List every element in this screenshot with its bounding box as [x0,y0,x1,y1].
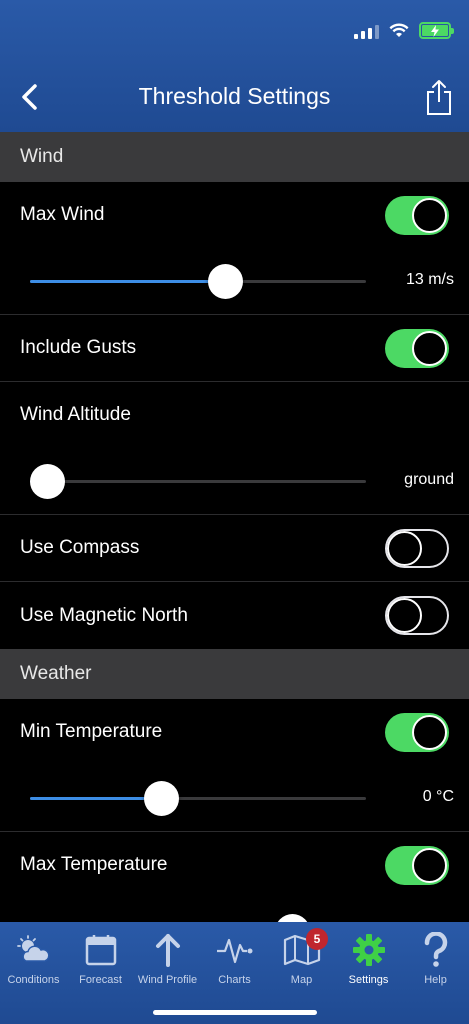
use-compass-label: Use Compass [20,537,140,558]
min-temperature-value: 0 °C [422,788,454,805]
wind-altitude-slider[interactable] [29,464,366,499]
tab-forecast[interactable]: Forecast [67,930,134,986]
wind-altitude-slider-row: ground [0,448,469,515]
settings-list[interactable]: Wind Max Wind 13 m/s Include Gusts Wind … [0,132,469,922]
toggle-knob [412,847,447,883]
max-temperature-row: Max Temperature [0,832,469,898]
cellular-signal-icon [354,23,379,39]
page-title: Threshold Settings [138,83,331,109]
tab-label: Forecast [79,974,122,986]
map-badge: 5 [306,928,328,950]
slider-thumb[interactable] [29,464,65,499]
wind-altitude-value: ground [404,471,454,488]
pulse-chart-icon [215,930,255,970]
tab-map[interactable]: 5 Map [268,928,335,986]
tab-label: Help [424,974,447,986]
min-temperature-label: Min Temperature [20,721,163,742]
partly-cloudy-icon [14,930,54,970]
slider-fill [30,797,162,800]
max-temperature-label: Max Temperature [20,854,168,875]
section-header-weather: Weather [0,649,469,699]
toggle-knob [412,330,447,366]
max-wind-slider[interactable] [30,264,366,299]
include-gusts-row: Include Gusts [0,315,469,382]
share-icon [427,80,451,115]
question-icon [416,930,456,970]
include-gusts-toggle[interactable] [385,328,449,368]
min-temperature-slider-row: 0 °C [0,765,469,832]
use-magnetic-north-label: Use Magnetic North [20,604,188,626]
use-magnetic-north-toggle[interactable] [385,596,449,635]
navigation-header: Threshold Settings [0,0,469,132]
max-wind-toggle[interactable] [385,195,449,235]
wind-altitude-label: Wind Altitude [20,404,131,425]
use-compass-toggle[interactable] [385,528,449,568]
slider-fill [30,280,225,283]
arrow-up-icon [148,930,188,970]
tab-help[interactable]: Help [402,930,469,986]
slider-thumb[interactable] [207,264,243,299]
tab-label: Charts [218,974,251,986]
share-button[interactable] [423,78,455,116]
toggle-knob [387,530,422,566]
tab-conditions[interactable]: Conditions [0,930,67,986]
min-temperature-slider[interactable] [30,781,366,816]
status-bar [354,22,454,39]
max-temperature-toggle[interactable] [385,845,449,885]
tab-bar: Conditions Forecast Wind Profile Charts … [0,922,469,1024]
tab-charts[interactable]: Charts [201,930,268,986]
toggle-knob [412,197,447,233]
slider-thumb[interactable] [275,914,311,922]
wifi-icon [389,23,409,37]
tab-label: Conditions [7,974,60,986]
max-wind-value: 13 m/s [405,271,454,288]
include-gusts-label: Include Gusts [20,337,137,358]
max-wind-slider-row: 13 m/s [0,248,469,315]
use-compass-row: Use Compass [0,515,469,582]
min-temperature-row: Min Temperature [0,699,469,765]
toggle-knob [387,598,422,633]
toggle-knob [412,714,447,750]
home-indicator [153,1010,317,1015]
tab-label: Settings [348,974,389,986]
min-temperature-toggle[interactable] [385,712,449,752]
section-header-wind: Wind [0,132,469,182]
wind-altitude-row: Wind Altitude [0,382,469,448]
max-wind-label: Max Wind [20,204,105,225]
battery-charging-icon [419,22,454,39]
gear-icon [349,930,389,970]
tab-wind-profile[interactable]: Wind Profile [134,930,201,986]
slider-thumb[interactable] [144,781,180,816]
max-temperature-slider-row [0,898,469,922]
max-wind-row: Max Wind [0,182,469,248]
tab-label: Wind Profile [137,974,198,986]
tab-settings[interactable]: Settings [335,930,402,986]
calendar-icon [81,930,121,970]
use-magnetic-north-row: Use Magnetic North [0,582,469,649]
tab-label: Map [290,974,313,986]
